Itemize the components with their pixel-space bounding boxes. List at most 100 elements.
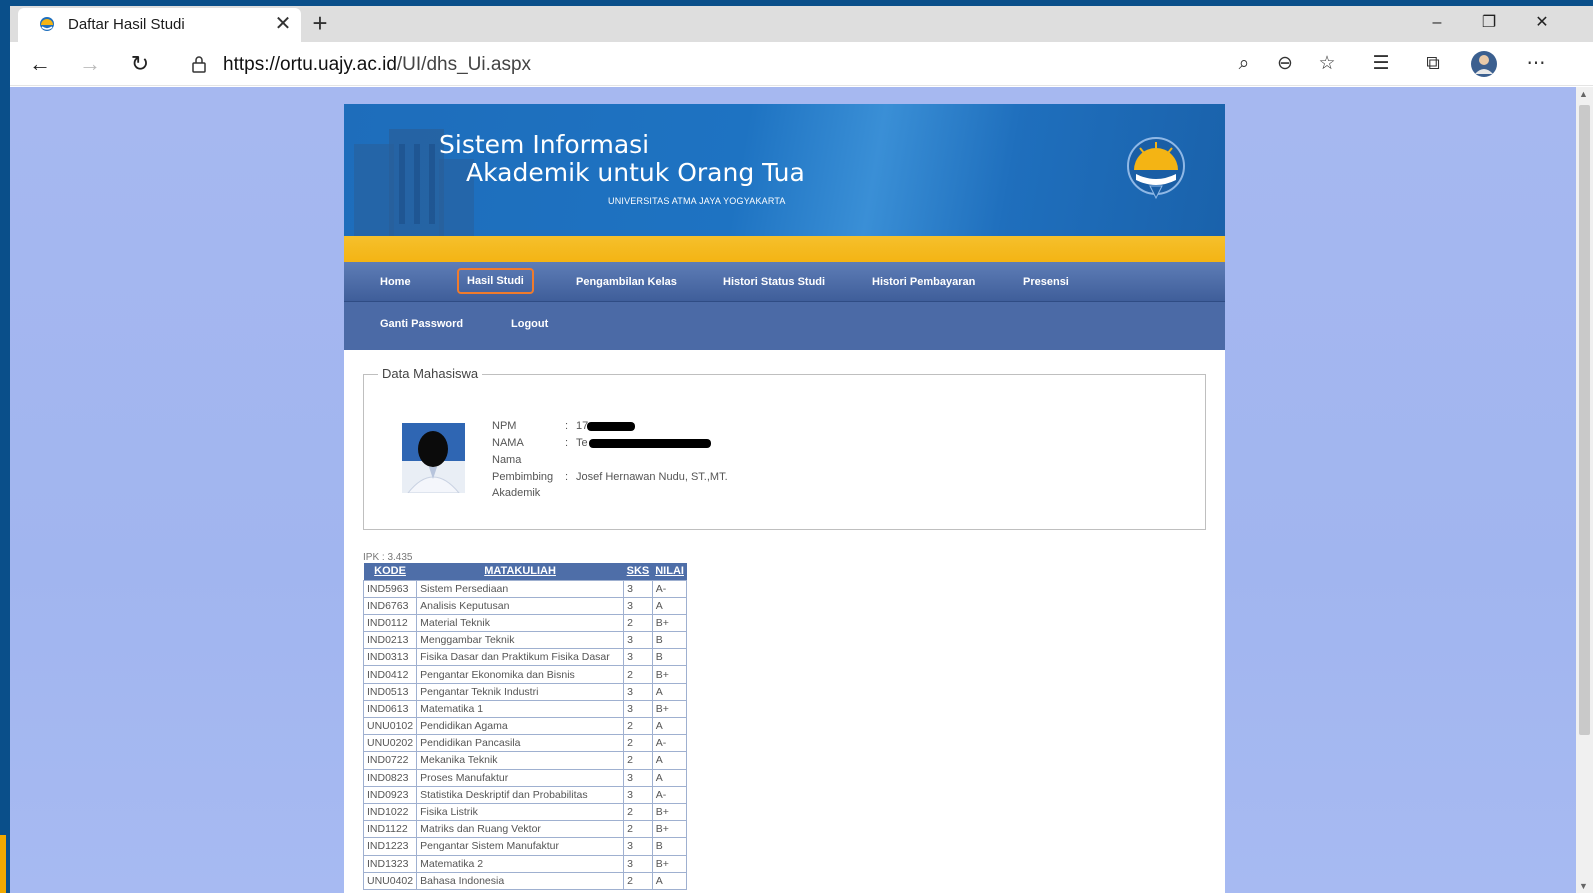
cell-nilai: B+ bbox=[651, 802, 688, 822]
pembimbing-label-line2: Akademik bbox=[492, 487, 541, 499]
table-row: IND1122 Matriks dan Ruang Vektor 2 B+ bbox=[362, 820, 688, 839]
header-nilai[interactable]: NILAI bbox=[652, 563, 687, 580]
scroll-up-icon[interactable]: ▲ bbox=[1579, 89, 1588, 99]
cell-nilai: A bbox=[651, 751, 688, 770]
cell-kode: IND5963 bbox=[362, 579, 418, 598]
panel-legend: Data Mahasiswa bbox=[378, 366, 483, 381]
cell-sks: 3 bbox=[623, 837, 653, 856]
cell-kode: IND1022 bbox=[362, 802, 418, 822]
header-kode[interactable]: KODE bbox=[363, 563, 417, 580]
cell-matakuliah: Analisis Keputusan bbox=[416, 596, 625, 615]
table-row: IND1223 Pengantar Sistem Manufaktur 3 B bbox=[362, 837, 688, 856]
table-row: IND0923 Statistika Deskriptif dan Probabi… bbox=[362, 785, 688, 804]
cell-sks: 3 bbox=[623, 596, 653, 615]
menu-histori-pembayaran[interactable]: Histori Pembayaran bbox=[872, 276, 975, 288]
close-window-icon[interactable]: ✕ bbox=[1519, 8, 1565, 38]
cell-sks: 3 bbox=[623, 699, 653, 719]
cell-sks: 2 bbox=[623, 613, 653, 633]
tab-strip: Daftar Hasil Studi ✕ + – ❐ ✕ bbox=[10, 6, 1593, 42]
header-matakuliah[interactable]: MATAKULIAH bbox=[416, 563, 624, 580]
menu-row-primary: Home Hasil Studi Pengambilan Kelas Histo… bbox=[344, 262, 1225, 302]
npm-label: NPM bbox=[492, 420, 517, 432]
refresh-icon[interactable]: ↻ bbox=[124, 48, 156, 80]
cell-sks: 2 bbox=[623, 802, 653, 822]
cell-nilai: A bbox=[651, 596, 688, 615]
more-icon[interactable]: ⋯ bbox=[1520, 48, 1552, 80]
menu-logout[interactable]: Logout bbox=[511, 318, 548, 330]
scroll-down-icon[interactable]: ▼ bbox=[1579, 881, 1588, 891]
favorites-icon[interactable]: ☰ bbox=[1365, 48, 1397, 80]
cell-nilai: B+ bbox=[651, 699, 688, 719]
cell-kode: IND6763 bbox=[362, 596, 418, 615]
cell-matakuliah: Pengantar Sistem Manufaktur bbox=[416, 837, 625, 856]
cell-sks: 2 bbox=[623, 871, 653, 890]
address-bar[interactable]: https://ortu.uajy.ac.id/UI/dhs_Ui.aspx bbox=[175, 46, 1360, 82]
main-menu: Home Hasil Studi Pengambilan Kelas Histo… bbox=[344, 262, 1225, 350]
forward-icon[interactable]: → bbox=[74, 48, 106, 80]
cell-sks: 3 bbox=[623, 579, 653, 598]
cell-matakuliah: Mekanika Teknik bbox=[416, 751, 625, 770]
search-icon[interactable]: ⌕ bbox=[1228, 48, 1260, 80]
zoom-out-icon[interactable]: ⊖ bbox=[1269, 48, 1301, 80]
profile-icon[interactable] bbox=[1468, 48, 1500, 80]
new-tab-button[interactable]: + bbox=[306, 10, 334, 38]
cell-sks: 3 bbox=[623, 854, 653, 873]
pembimbing-colon: : bbox=[565, 471, 569, 483]
frame-accent bbox=[0, 835, 6, 893]
table-row: IND0613 Matematika 1 3 B+ bbox=[362, 699, 688, 719]
menu-histori-status-studi[interactable]: Histori Status Studi bbox=[723, 276, 825, 288]
scroll-thumb[interactable] bbox=[1579, 105, 1590, 735]
cell-matakuliah: Pengantar Teknik Industri bbox=[416, 682, 625, 701]
star-icon[interactable]: ☆ bbox=[1311, 48, 1343, 80]
cell-sks: 2 bbox=[623, 716, 653, 736]
menu-pengambilan-kelas[interactable]: Pengambilan Kelas bbox=[576, 276, 677, 288]
browser-window: Daftar Hasil Studi ✕ + – ❐ ✕ ← → ↻ https… bbox=[10, 6, 1593, 893]
cell-nilai: A- bbox=[651, 785, 688, 804]
cell-matakuliah: Proses Manufaktur bbox=[416, 768, 625, 787]
ipk-value: IPK : 3.435 bbox=[363, 552, 413, 563]
table-row: IND1022 Fisika Listrik 2 B+ bbox=[362, 802, 688, 822]
student-photo bbox=[402, 423, 465, 493]
table-row: UNU0102 Pendidikan Agama 2 A bbox=[362, 716, 688, 736]
cell-matakuliah: Sistem Persediaan bbox=[416, 579, 625, 598]
url-text[interactable]: https://ortu.uajy.ac.id/UI/dhs_Ui.aspx bbox=[223, 54, 531, 76]
cell-matakuliah: Pendidikan Agama bbox=[416, 716, 625, 736]
menu-home[interactable]: Home bbox=[380, 276, 411, 288]
cell-kode: IND0613 bbox=[362, 699, 418, 719]
tab-daftar-hasil-studi[interactable]: Daftar Hasil Studi ✕ bbox=[18, 8, 301, 42]
cell-kode: IND0412 bbox=[362, 665, 418, 684]
cell-matakuliah: Bahasa Indonesia bbox=[416, 871, 625, 890]
cell-matakuliah: Matematika 2 bbox=[416, 854, 625, 873]
menu-hasil-studi[interactable]: Hasil Studi bbox=[457, 268, 534, 294]
cell-matakuliah: Matriks dan Ruang Vektor bbox=[416, 820, 625, 839]
cell-matakuliah: Pendidikan Pancasila bbox=[416, 734, 625, 753]
cell-kode: UNU0402 bbox=[362, 871, 418, 890]
url-host: https://ortu.uajy.ac.id bbox=[223, 54, 397, 75]
lock-icon bbox=[192, 56, 206, 73]
cell-nilai: A bbox=[651, 716, 688, 736]
back-icon[interactable]: ← bbox=[24, 48, 56, 80]
menu-presensi[interactable]: Presensi bbox=[1023, 276, 1069, 288]
navigation-bar: ← → ↻ https://ortu.uajy.ac.id/UI/dhs_Ui.… bbox=[10, 42, 1593, 86]
cell-nilai: B bbox=[651, 837, 688, 856]
cell-sks: 2 bbox=[623, 734, 653, 753]
collections-icon[interactable]: ⧉ bbox=[1417, 48, 1449, 80]
menu-ganti-password[interactable]: Ganti Password bbox=[380, 318, 463, 330]
tab-title: Daftar Hasil Studi bbox=[68, 16, 185, 33]
url-path: /UI/dhs_Ui.aspx bbox=[396, 54, 532, 75]
university-logo-icon bbox=[1127, 137, 1185, 200]
page-content: Sistem Informasi Akademik untuk Orang Tu… bbox=[344, 104, 1225, 893]
header-accent-bar bbox=[344, 236, 1225, 262]
header-sks[interactable]: SKS bbox=[623, 563, 653, 580]
minimize-icon[interactable]: – bbox=[1414, 8, 1460, 38]
cell-nilai: B+ bbox=[651, 613, 688, 633]
npm-colon: : bbox=[565, 420, 569, 432]
restore-icon[interactable]: ❐ bbox=[1466, 8, 1512, 38]
pembimbing-label: Pembimbing bbox=[492, 471, 554, 483]
table-row: IND0213 Menggambar Teknik 3 B bbox=[362, 631, 688, 650]
cell-kode: UNU0202 bbox=[362, 734, 418, 753]
tab-close-icon[interactable]: ✕ bbox=[272, 13, 294, 35]
vertical-scrollbar[interactable]: ▲ ▼ bbox=[1576, 87, 1593, 893]
table-row: IND1323 Matematika 2 3 B+ bbox=[362, 854, 688, 873]
cell-nilai: A- bbox=[651, 734, 688, 753]
